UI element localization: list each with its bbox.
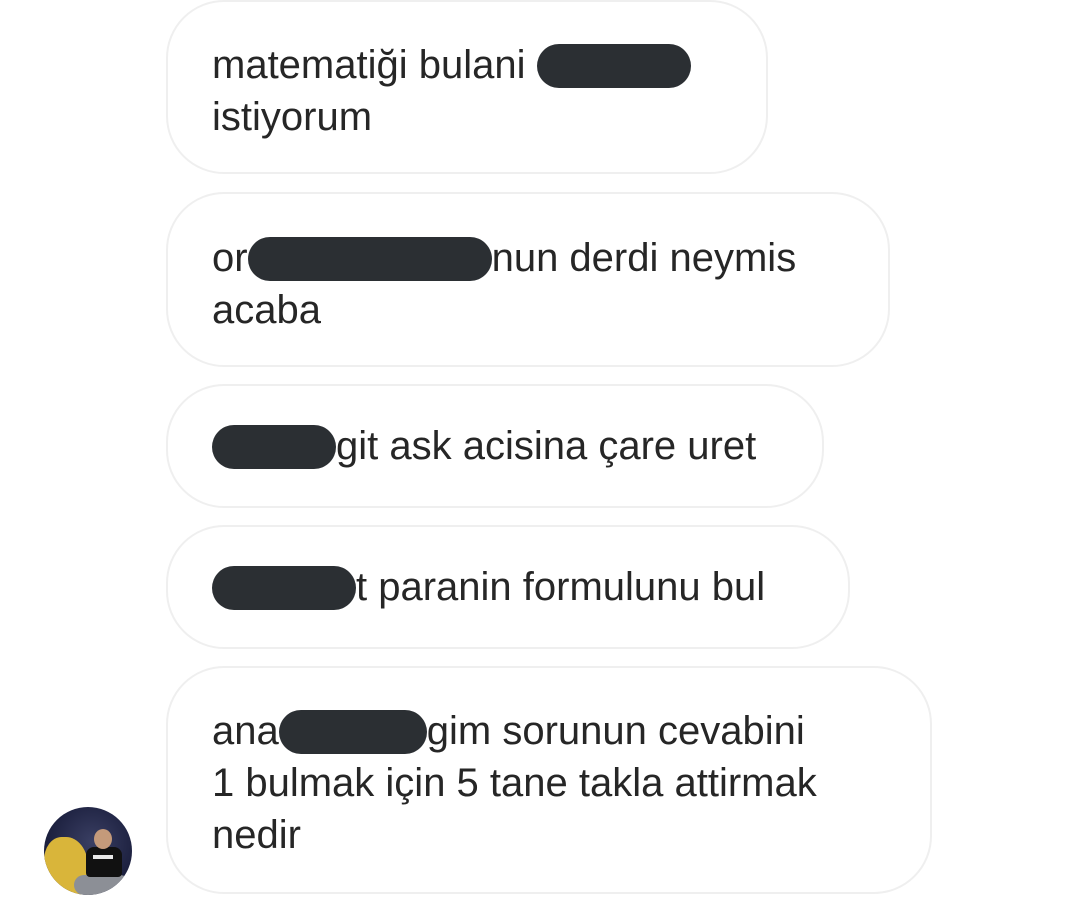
message-text: git ask acisina çare uret [336,424,757,468]
message-line: istiyorum [212,95,373,139]
message-text: matematiği bulani [212,43,537,87]
redaction-mark [212,425,336,469]
redaction-mark [212,566,356,610]
profile-photo-avatar[interactable] [44,807,132,895]
message-thread: matematiği bulani istiyorum or nun derdi … [0,0,1080,907]
message-bubble[interactable]: or nun derdi neymis acaba [166,192,890,367]
message-text: nun derdi neymis [491,236,797,280]
message-text: gim sorunun cevabini [426,709,805,753]
message-bubble[interactable]: matematiği bulani istiyorum [166,0,768,174]
message-line: ana gim sorunun cevabini [212,705,886,757]
redaction-mark [536,44,691,88]
avatar-person-figure [74,829,130,895]
message-line: 1 bulmak için 5 tane takla attirmak [212,761,817,805]
redaction-mark [247,237,492,281]
message-text: ana [212,709,279,753]
message-line: git ask acisina çare uret [212,420,778,472]
message-line: matematiği bulani [212,39,722,91]
message-line: or nun derdi neymis [212,232,844,284]
redaction-mark [278,710,427,754]
message-line: nedir [212,813,301,857]
message-bubble[interactable]: git ask acisina çare uret [166,384,824,508]
message-text: t paranin formulunu bul [356,565,766,609]
message-bubble[interactable]: t paranin formulunu bul [166,525,850,649]
message-text: or [212,236,248,280]
message-line: acaba [212,288,321,332]
message-bubble[interactable]: ana gim sorunun cevabini 1 bulmak için 5 … [166,666,932,894]
message-line: t paranin formulunu bul [212,561,804,613]
